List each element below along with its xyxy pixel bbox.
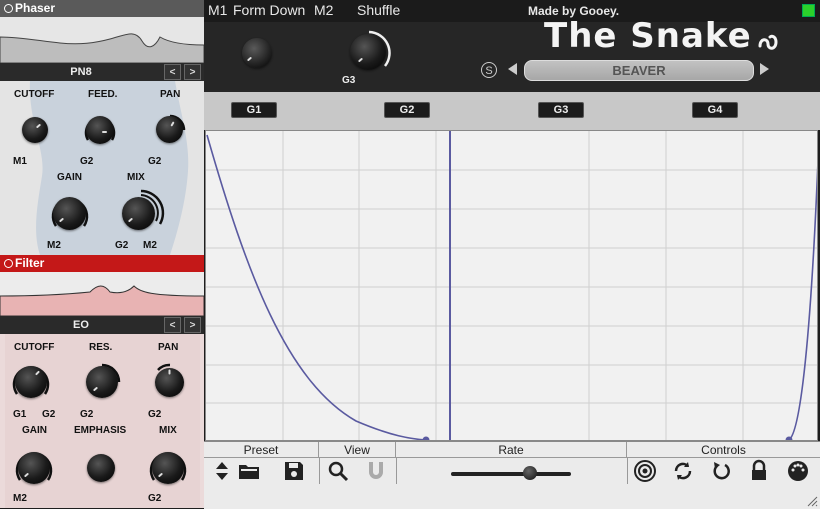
filter-emphasis-label: EMPHASIS [74,425,127,436]
snap-s-button[interactable]: S [481,62,497,78]
filter-mix-mod: G2 [148,493,162,504]
phaser-cutoff-label: CUTOFF [14,89,55,100]
filter-next-button[interactable]: > [184,317,201,333]
save-icon[interactable] [282,459,306,483]
phaser-mix-mod: G2 [115,240,129,251]
phaser-response-display [0,17,204,63]
controls-section-label: Controls [627,442,820,458]
resize-grip-icon[interactable] [806,495,818,507]
bottom-toolbar: Preset View Rate Controls [204,441,820,509]
phaser-gain-mod: M2 [47,240,61,251]
preset-name-display[interactable]: BEAVER [524,60,754,81]
filter-res-label: RES. [89,342,113,353]
view-section-label: View [319,442,396,458]
loop-icon[interactable] [671,459,695,483]
phaser-cutoff-knob[interactable] [22,117,48,143]
tab-g4[interactable]: G4 [692,102,738,118]
filter-response-display [0,272,204,316]
phaser-body-bg [0,81,204,255]
phaser-feed-label: FEED. [88,89,118,100]
phaser-mix-label: MIX [127,172,145,183]
zoom-search-icon[interactable] [326,459,350,483]
target-icon[interactable] [633,459,657,483]
macro-m2-mod-label: G3 [342,75,356,86]
filter-preset-name[interactable]: EO [0,316,162,334]
shuffle-button[interactable]: Shuffle [357,2,400,18]
phaser-mix-knob[interactable] [122,197,155,230]
lfo-curve-segment-2[interactable] [788,161,818,440]
left-panel: Phaser PN8 < > CUTOFF FEED. PAN M1 G2 G2… [0,0,204,508]
filter-preset-bar: EO < > [0,316,204,334]
phaser-prev-button[interactable]: < [164,64,181,80]
filter-mix-knob[interactable] [152,452,184,484]
macro-name[interactable]: Form Down [233,2,305,18]
phaser-cutoff-mod: M1 [13,156,27,167]
macro-m2-knob[interactable] [350,34,386,70]
filter-pan-knob[interactable] [155,368,184,397]
header: G3 The Snake S BEAVER [204,16,820,92]
filter-prev-button[interactable]: < [164,317,181,333]
macro-m1-knob[interactable] [242,38,272,68]
status-indicator [802,4,815,17]
filter-cutoff-mod2: G2 [42,409,56,420]
macro-m1-label[interactable]: M1 [208,2,227,18]
sort-arrows-icon[interactable] [210,459,234,483]
filter-mix-label: MIX [159,425,177,436]
tab-g2[interactable]: G2 [384,102,430,118]
phaser-pan-mod: G2 [148,156,162,167]
grid [206,131,817,440]
retrigger-icon[interactable] [709,459,733,483]
graph-tabs-bar: G1 G2 G3 G4 [204,92,820,130]
phaser-feed-knob[interactable] [86,116,114,144]
phaser-mix-mod2: M2 [143,240,157,251]
filter-gain-mod: M2 [13,493,27,504]
filter-title: Filter [15,256,45,270]
phaser-header[interactable]: Phaser [0,0,204,17]
macro-m2-label[interactable]: M2 [314,2,333,18]
rate-slider-handle[interactable] [523,466,537,480]
rate-slider-track[interactable] [451,472,571,476]
tab-g1[interactable]: G1 [231,102,277,118]
curve-editor-canvas[interactable] [206,131,818,441]
filter-pan-mod: G2 [148,409,162,420]
filter-cutoff-knob[interactable] [15,366,47,398]
filter-cutoff-mod: G1 [13,409,27,420]
phaser-preset-bar: PN8 < > [0,63,204,81]
filter-res-mod: G2 [80,409,94,420]
midi-icon[interactable] [786,459,810,483]
filter-gain-knob[interactable] [18,452,50,484]
magnet-snap-icon[interactable] [364,459,388,483]
curve-editor[interactable] [205,130,818,441]
filter-pan-label: PAN [158,342,179,353]
phaser-pan-label: PAN [160,89,181,100]
phaser-feed-mod: G2 [80,156,94,167]
tab-g3[interactable]: G3 [538,102,584,118]
filter-header[interactable]: Filter [0,255,204,272]
phaser-power-icon[interactable] [4,4,13,13]
phaser-pan-knob[interactable] [156,116,183,143]
filter-res-knob[interactable] [86,366,118,398]
app-title: The Snake [544,16,752,56]
filter-gain-label: GAIN [22,425,47,436]
filter-cutoff-label: CUTOFF [14,342,55,353]
phaser-title: Phaser [15,1,56,15]
folder-open-icon[interactable] [237,459,261,483]
filter-emphasis-knob[interactable] [87,454,115,482]
rate-section-label: Rate [396,442,627,458]
filter-power-icon[interactable] [4,259,13,268]
preset-section-label: Preset [204,442,319,458]
snake-logo-icon [758,34,778,50]
preset-prev-icon[interactable] [508,63,517,75]
phaser-preset-name[interactable]: PN8 [0,63,162,81]
lock-icon[interactable] [747,459,771,483]
phaser-gain-knob[interactable] [53,197,86,230]
phaser-next-button[interactable]: > [184,64,201,80]
preset-next-icon[interactable] [760,63,769,75]
phaser-gain-label: GAIN [57,172,82,183]
